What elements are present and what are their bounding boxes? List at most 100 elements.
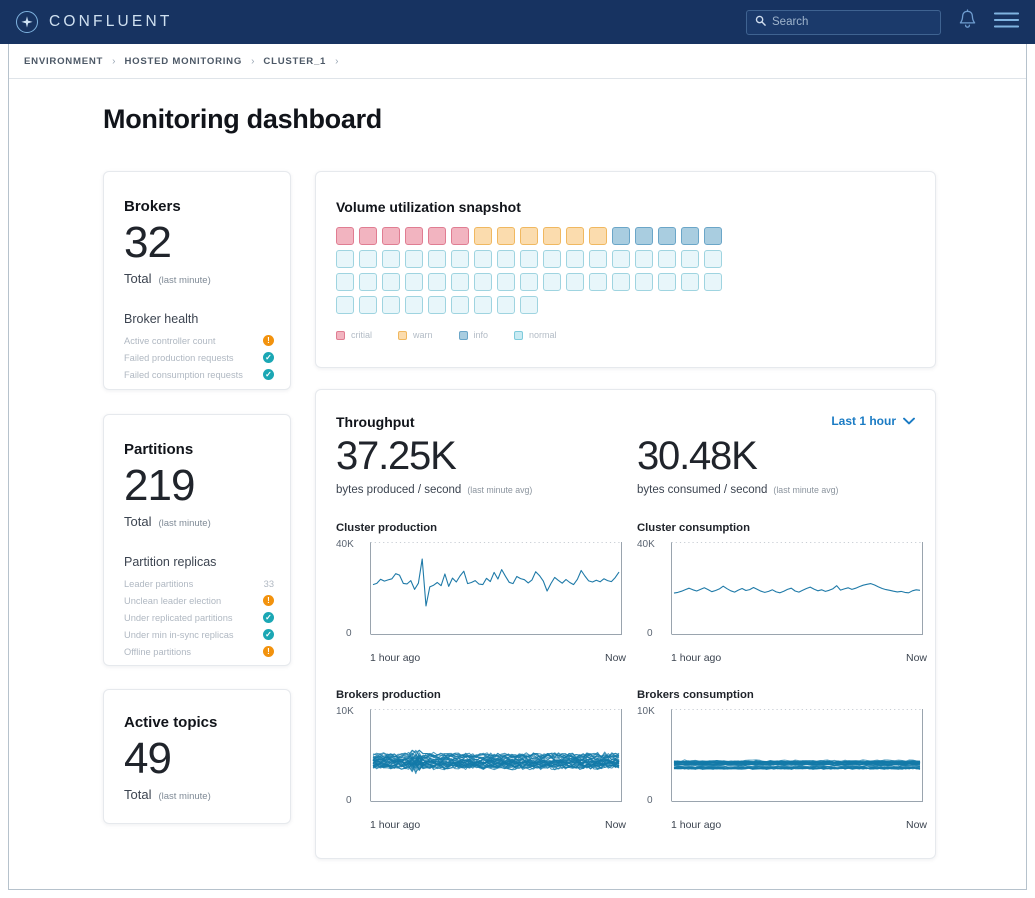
confluent-mark-icon [16,11,38,33]
volume-tile-info[interactable] [681,227,699,245]
brokers-title: Brokers [124,198,181,215]
volume-tile-critial[interactable] [451,227,469,245]
breadcrumb-item-environment[interactable]: ENVIRONMENT [24,56,103,67]
legend-label: info [474,330,489,340]
volume-tile-info[interactable] [658,227,676,245]
volume-tile-normal[interactable] [428,250,446,268]
chart-plot-area [370,538,622,646]
volume-tile-critial[interactable] [359,227,377,245]
health-label: Failed production requests [124,353,263,363]
volume-tile-normal[interactable] [566,250,584,268]
volume-tile-normal[interactable] [382,273,400,291]
volume-tile-warn[interactable] [566,227,584,245]
volume-tile-warn[interactable] [543,227,561,245]
volume-tile-normal[interactable] [382,296,400,314]
volume-tile-normal[interactable] [566,273,584,291]
volume-tile-normal[interactable] [635,250,653,268]
x-axis-end-label: Now [906,652,927,664]
volume-tile-normal[interactable] [428,273,446,291]
health-label: Failed consumption requests [124,370,263,380]
chevron-right-icon: › [335,56,338,67]
volume-tile-critial[interactable] [428,227,446,245]
replica-label: Under replicated partitions [124,613,263,623]
volume-tile-normal[interactable] [635,273,653,291]
volume-tile-normal[interactable] [589,250,607,268]
volume-tile-normal[interactable] [520,273,538,291]
volume-tile-normal[interactable] [681,250,699,268]
volume-tile-normal[interactable] [497,273,515,291]
volume-tile-normal[interactable] [474,296,492,314]
search-input[interactable]: Search [746,10,941,35]
legend-swatch-icon [514,331,523,340]
volume-tile-normal[interactable] [704,250,722,268]
volume-tile-normal[interactable] [474,273,492,291]
replica-row[interactable]: Unclean leader election ! [124,592,274,609]
replica-row[interactable]: Under min in-sync replicas ✓ [124,626,274,643]
volume-tile-warn[interactable] [589,227,607,245]
replica-label: Under min in-sync replicas [124,630,263,640]
replica-row[interactable]: Under replicated partitions ✓ [124,609,274,626]
volume-tile-normal[interactable] [589,273,607,291]
ok-status-icon: ✓ [263,369,274,380]
throughput-card: Throughput Last 1 hour 37.25K bytes prod… [315,389,936,859]
health-row[interactable]: Active controller count ! [124,332,274,349]
volume-tile-normal[interactable] [336,273,354,291]
volume-tile-normal[interactable] [520,250,538,268]
health-row[interactable]: Failed production requests ✓ [124,349,274,366]
volume-tile-normal[interactable] [520,296,538,314]
volume-tile-normal[interactable] [497,296,515,314]
volume-tile-normal[interactable] [405,273,423,291]
volume-tile-info[interactable] [704,227,722,245]
volume-tile-normal[interactable] [543,250,561,268]
brokers-card: Brokers 32 Total (last minute) Broker he… [103,171,291,390]
volume-tile-info[interactable] [635,227,653,245]
volume-tile-normal[interactable] [704,273,722,291]
volume-tile-normal[interactable] [359,250,377,268]
volume-tile-normal[interactable] [405,250,423,268]
volume-tile-normal[interactable] [405,296,423,314]
bytes-produced-sub: (last minute avg) [467,485,532,495]
volume-tile-normal[interactable] [543,273,561,291]
replica-row[interactable]: Leader partitions 33 [124,575,274,592]
volume-tile-normal[interactable] [451,296,469,314]
volume-tile-normal[interactable] [658,273,676,291]
volume-tile-critial[interactable] [382,227,400,245]
volume-tile-normal[interactable] [359,273,377,291]
volume-tile-normal[interactable] [451,250,469,268]
volume-tile-critial[interactable] [405,227,423,245]
volume-tile-normal[interactable] [451,273,469,291]
ok-status-icon: ✓ [263,612,274,623]
chart-plot-area [370,705,622,813]
volume-tile-normal[interactable] [428,296,446,314]
volume-tile-warn[interactable] [520,227,538,245]
health-row[interactable]: Failed consumption requests ✓ [124,366,274,383]
y-axis-min-label: 0 [647,628,653,639]
confluent-logo[interactable]: CONFLUENT [16,11,173,33]
volume-tile-normal[interactable] [681,273,699,291]
replica-row[interactable]: Offline partitions ! [124,643,274,660]
breadcrumb-item-hosted-monitoring[interactable]: HOSTED MONITORING [124,56,242,67]
volume-tile-normal[interactable] [474,250,492,268]
legend-swatch-icon [336,331,345,340]
broker-health-title: Broker health [124,312,198,326]
volume-tile-normal[interactable] [382,250,400,268]
time-range-dropdown[interactable]: Last 1 hour [831,414,915,428]
volume-tile-normal[interactable] [336,250,354,268]
volume-tile-normal[interactable] [336,296,354,314]
main-menu-button[interactable] [994,11,1019,34]
x-axis-end-label: Now [605,652,626,664]
volume-tile-critial[interactable] [336,227,354,245]
volume-tile-warn[interactable] [497,227,515,245]
volume-tile-info[interactable] [612,227,630,245]
volume-tile-normal[interactable] [359,296,377,314]
volume-tile-normal[interactable] [612,273,630,291]
breadcrumb-item-cluster-1[interactable]: CLUSTER_1 [263,56,326,67]
active-topics-value: 49 [124,736,171,782]
bell-icon [958,9,977,35]
volume-tile-warn[interactable] [474,227,492,245]
bytes-produced-value: 37.25K [336,436,456,476]
notifications-button[interactable] [958,9,977,35]
volume-tile-normal[interactable] [612,250,630,268]
volume-tile-normal[interactable] [497,250,515,268]
volume-tile-normal[interactable] [658,250,676,268]
